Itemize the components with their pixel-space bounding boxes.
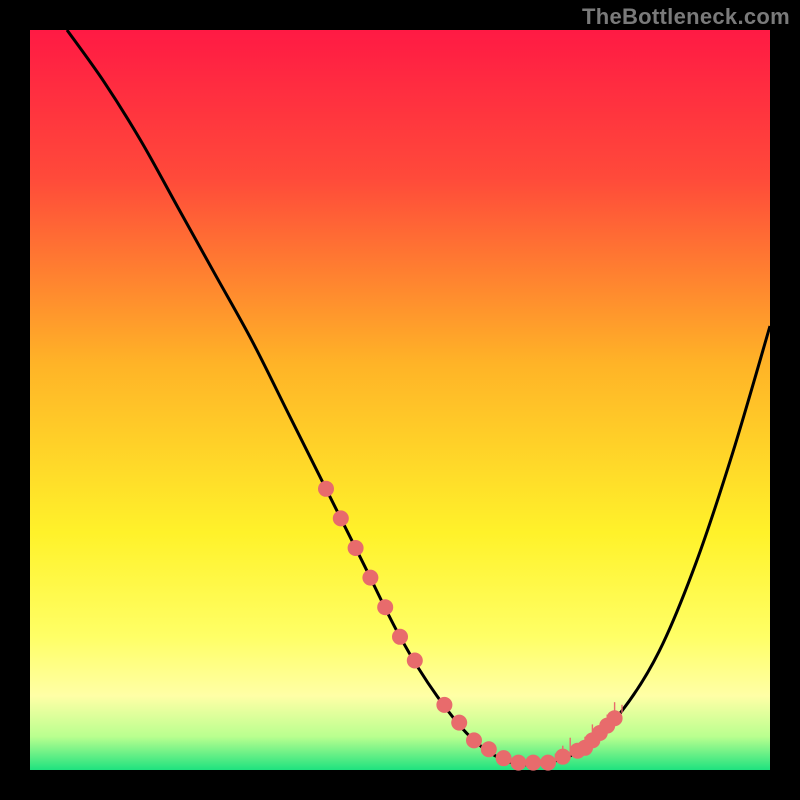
curve-marker [481,741,497,757]
chart-svg [0,0,800,800]
curve-marker [333,510,349,526]
curve-marker [555,749,571,765]
curve-marker [392,629,408,645]
curve-marker [318,481,334,497]
curve-marker [348,540,364,556]
curve-marker [466,732,482,748]
curve-marker [540,755,556,771]
chart-container: TheBottleneck.com [0,0,800,800]
curve-marker [451,715,467,731]
watermark-text: TheBottleneck.com [582,4,790,30]
curve-marker [362,570,378,586]
curve-marker [496,750,512,766]
curve-marker [607,710,623,726]
curve-marker [510,755,526,771]
curve-marker [436,697,452,713]
curve-marker [407,652,423,668]
curve-marker [377,599,393,615]
curve-marker [525,755,541,771]
